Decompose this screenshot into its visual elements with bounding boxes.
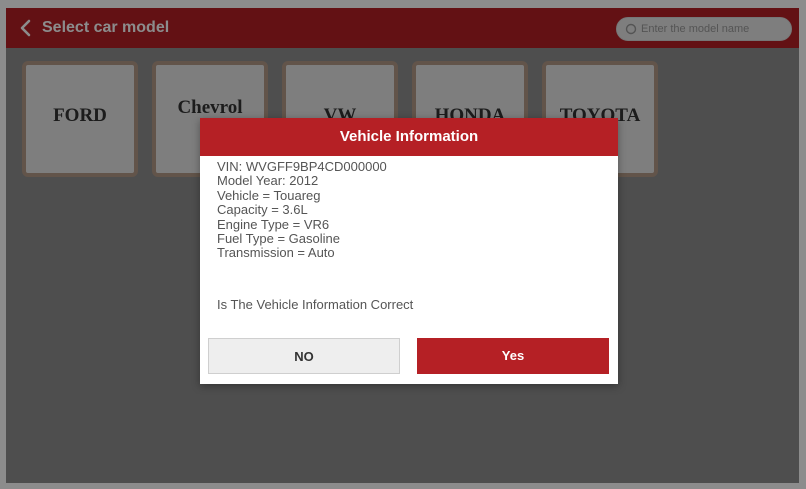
engine-type-line: Engine Type = VR6 (217, 216, 330, 232)
confirm-question: Is The Vehicle Information Correct (217, 297, 414, 312)
fuel-type-line: Fuel Type = Gasoline (217, 231, 340, 247)
no-button[interactable]: NO (208, 338, 400, 374)
vin-line: VIN: WVGFF9BP4CD000000 (217, 159, 387, 174)
vehicle-line: Vehicle = Touareg (217, 187, 321, 203)
capacity-line: Capacity = 3.6L (217, 202, 308, 218)
transmission-line: Transmission = Auto (217, 245, 335, 261)
model-year-line: Model Year: 2012 (217, 173, 319, 189)
yes-button[interactable]: Yes (417, 338, 609, 374)
vehicle-info-list: VIN: WVGFF9BP4CD000000 Model Year: 2012 … (217, 159, 387, 261)
vehicle-info-dialog: Vehicle Information VIN: WVGFF9BP4CD0000… (200, 118, 618, 384)
dialog-title: Vehicle Information (200, 118, 618, 156)
